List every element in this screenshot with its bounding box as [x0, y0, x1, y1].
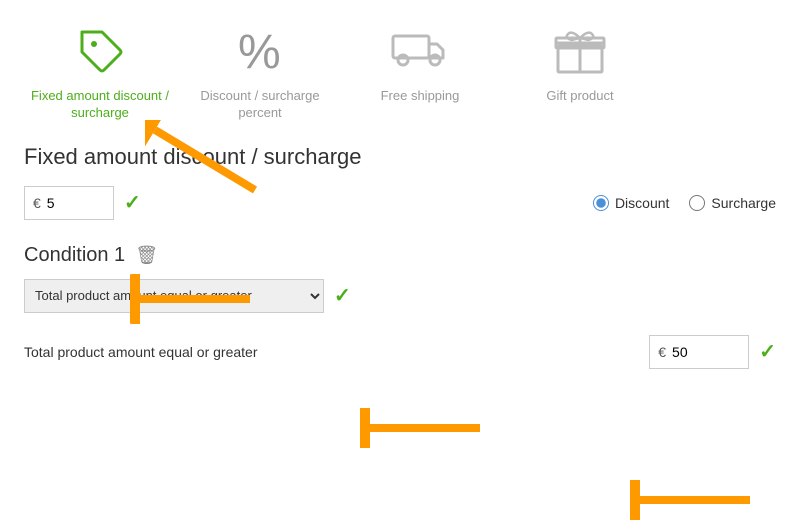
tag-icon — [70, 20, 130, 80]
radio-discount-label: Discount — [615, 195, 669, 211]
radio-surcharge[interactable]: Surcharge — [689, 195, 776, 211]
card-fixed-amount-label: Fixed amount discount / surcharge — [30, 88, 170, 122]
card-free-shipping-label: Free shipping — [381, 88, 460, 105]
arrow-3 — [360, 408, 490, 448]
radio-group: Discount Surcharge — [593, 195, 776, 211]
bottom-condition-row: Total product amount equal or greater € … — [24, 335, 776, 369]
amount-input-wrapper: € — [24, 186, 114, 220]
radio-surcharge-label: Surcharge — [711, 195, 776, 211]
condition-check-icon: ✓ — [759, 339, 776, 364]
main-content: Fixed amount discount / surcharge € ✓ Di… — [0, 134, 800, 369]
card-gift-product[interactable]: Gift product — [500, 10, 660, 117]
truck-icon — [390, 20, 450, 80]
amount-row: € ✓ Discount Surcharge — [24, 186, 776, 220]
card-discount-percent[interactable]: % Discount / surcharge percent — [180, 10, 340, 134]
condition-select[interactable]: Total product amount equal or greater To… — [24, 279, 324, 313]
percent-icon: % — [230, 20, 290, 80]
arrow-4 — [630, 480, 760, 520]
condition-euro-prefix: € — [658, 344, 666, 360]
card-gift-product-label: Gift product — [546, 88, 613, 105]
gift-icon — [550, 20, 610, 80]
condition-amount-wrapper: € — [649, 335, 749, 369]
condition-header: Condition 1 🗑 — [24, 244, 776, 267]
radio-discount-input[interactable] — [593, 195, 609, 211]
section-title: Fixed amount discount / surcharge — [24, 144, 776, 170]
card-fixed-amount[interactable]: Fixed amount discount / surcharge — [20, 10, 180, 134]
card-free-shipping[interactable]: Free shipping — [340, 10, 500, 117]
radio-surcharge-input[interactable] — [689, 195, 705, 211]
select-check-icon: ✓ — [334, 283, 351, 308]
euro-prefix: € — [33, 195, 41, 211]
select-row: Total product amount equal or greater To… — [24, 279, 776, 313]
amount-input[interactable] — [47, 195, 97, 211]
radio-discount[interactable]: Discount — [593, 195, 669, 211]
condition-amount-input[interactable] — [672, 344, 732, 360]
condition-title: Condition 1 — [24, 244, 125, 267]
trash-icon[interactable]: 🗑 — [135, 245, 158, 266]
condition-bottom-label: Total product amount equal or greater — [24, 344, 639, 360]
svg-text:%: % — [238, 26, 281, 76]
card-discount-percent-label: Discount / surcharge percent — [190, 88, 330, 122]
card-row: Fixed amount discount / surcharge % Disc… — [0, 0, 800, 134]
amount-check-icon: ✓ — [124, 190, 141, 215]
